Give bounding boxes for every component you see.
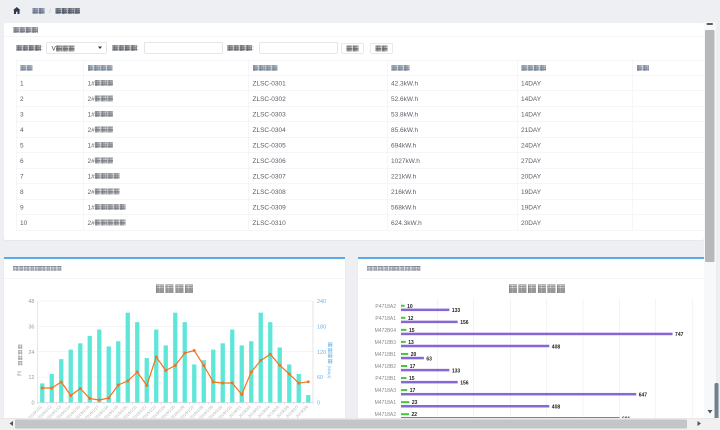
svg-text:M4718B2: M4718B2 — [375, 364, 397, 370]
svg-text:0: 0 — [317, 401, 320, 407]
svg-text:647: 647 — [639, 392, 648, 398]
svg-text:240: 240 — [317, 299, 326, 305]
svg-text:133: 133 — [452, 308, 461, 314]
svg-text:0: 0 — [31, 401, 34, 407]
svg-text:(r/min): (r/min) — [327, 365, 332, 378]
svg-text:P4718A1: P4718A1 — [375, 316, 396, 322]
svg-text:156: 156 — [460, 380, 469, 386]
svg-text:P4718B1: P4718B1 — [375, 376, 396, 382]
svg-text:M4718A3: M4718A3 — [375, 388, 397, 394]
svg-text:M472B04: M472B04 — [375, 328, 397, 334]
svg-text:133: 133 — [452, 368, 461, 374]
svg-text:P4718A2: P4718A2 — [375, 304, 396, 310]
svg-text:408: 408 — [552, 405, 561, 411]
svg-text:12: 12 — [28, 375, 34, 381]
svg-text:408: 408 — [552, 344, 561, 350]
svg-text:36: 36 — [28, 324, 34, 330]
svg-text:M4718B1: M4718B1 — [375, 352, 397, 358]
svg-text:M4718A1: M4718A1 — [375, 400, 397, 406]
svg-text:63: 63 — [426, 356, 432, 362]
svg-text:156: 156 — [460, 320, 469, 326]
svg-text:120: 120 — [317, 350, 326, 356]
svg-text:M4718B3: M4718B3 — [375, 340, 397, 346]
svg-text:180: 180 — [317, 324, 326, 330]
svg-text:(h): (h) — [17, 370, 22, 376]
svg-text:747: 747 — [675, 332, 684, 338]
svg-text:24: 24 — [28, 350, 34, 356]
svg-text:48: 48 — [28, 299, 34, 305]
svg-text:60: 60 — [317, 375, 323, 381]
